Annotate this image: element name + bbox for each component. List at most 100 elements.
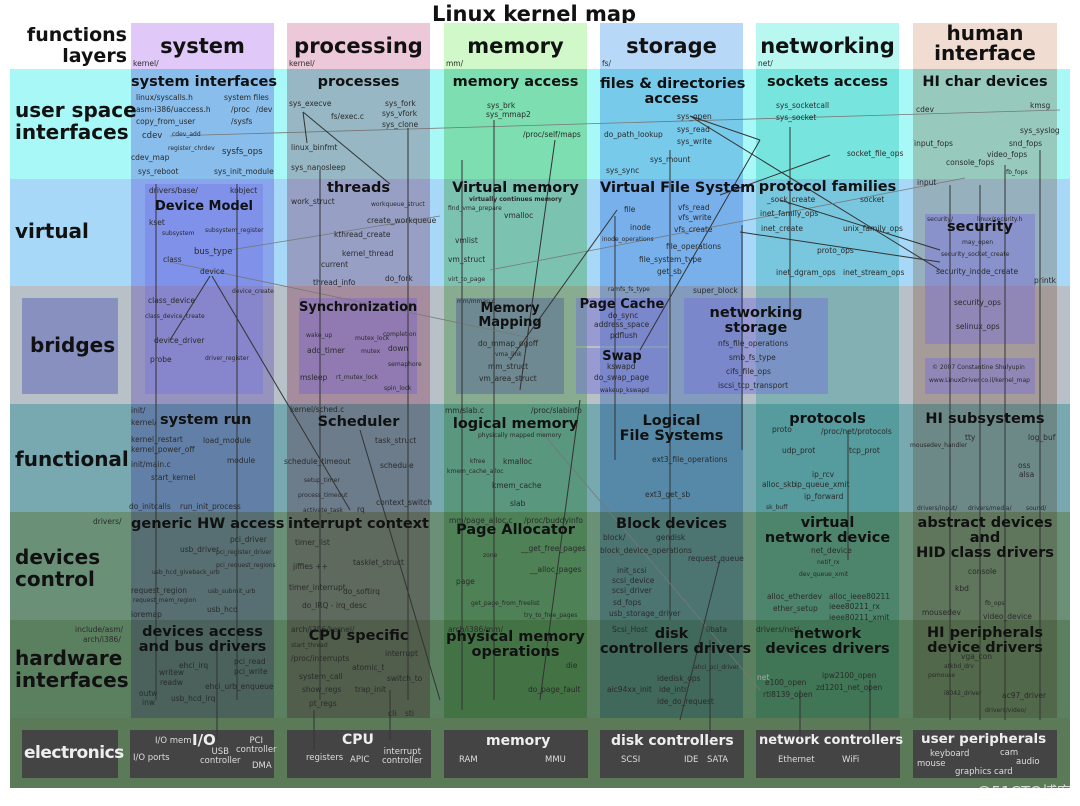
symbol-label: kbd: [955, 584, 969, 593]
symbol-label: start_thread: [291, 642, 328, 649]
symbol-label: physically mapped memory: [478, 432, 562, 439]
symbol-label: class: [163, 255, 182, 264]
symbol-label: slab: [510, 499, 526, 508]
symbol-label: rq: [357, 505, 365, 514]
symbol-label: device: [200, 267, 225, 276]
cell-title-synchronization: Synchronization: [299, 300, 418, 315]
symbol-label: atkbd_drv: [944, 663, 974, 670]
watermark: @51CTO博客: [976, 783, 1072, 801]
symbol-label: zd1201_net_open: [816, 683, 883, 692]
symbol-label: request_queue: [688, 554, 744, 563]
symbol-label: sys_brk: [487, 101, 516, 110]
symbol-label: vma_link: [495, 351, 522, 358]
symbol-label: subsystem_register: [205, 227, 264, 234]
symbol-label: mousedev_handler: [910, 442, 968, 449]
symbol-label: pdflush: [610, 331, 638, 340]
symbol-label: driver_register: [205, 355, 249, 362]
cell-title-interrupt-context: interrupt context: [288, 516, 429, 532]
symbol-label: socket_file_ops: [847, 149, 904, 158]
cell-title-memory-access: memory access: [452, 74, 579, 90]
symbol-label: mm_struct: [488, 362, 529, 371]
symbol-label: thread_info: [313, 278, 356, 287]
symbol-label: kernel_restart: [131, 435, 183, 444]
row-label-user-space: user space interfaces: [15, 98, 137, 144]
symbol-label: drivers/base/: [149, 186, 198, 195]
symbol-label: /proc/slabinfo: [531, 406, 582, 415]
symbol-label: vmlist: [455, 236, 478, 245]
symbol-label: ide_intr: [659, 685, 688, 694]
symbol-label: setup_irq: [326, 571, 361, 580]
symbol-label: ip_rcv: [812, 470, 835, 479]
symbol-label: ramfs_fs_type: [608, 286, 650, 293]
symbol-label: drivers/video/: [985, 707, 1027, 714]
symbol-label: cdev_map: [131, 153, 170, 162]
symbol-label: do_fork: [385, 274, 413, 283]
symbol-label: inet_family_ops: [760, 209, 819, 218]
symbol-label: block_device_operations: [600, 546, 692, 555]
symbol-label: fs/exec.c: [331, 112, 365, 121]
row-label-virtual: virtual: [15, 219, 89, 243]
symbol-label: show_regs: [302, 685, 342, 694]
symbol-label: interrupt: [385, 649, 418, 658]
symbol-label: sys_vfork: [382, 109, 418, 118]
cell-title-network-devices-drivers: network devices drivers: [765, 626, 890, 658]
symbol-label: vm_area_struct: [479, 374, 537, 383]
symbol-label: copy_from_user: [136, 117, 196, 126]
symbol-label: e100_open: [765, 678, 807, 687]
symbol-label: kmem_cache: [492, 481, 542, 490]
symbol-label: semaphore: [388, 361, 422, 368]
symbol-label: snd_fops: [1009, 139, 1043, 148]
symbol-label: do_page_fault: [528, 685, 581, 694]
cell-title-page-allocator: Page Allocator: [456, 522, 575, 538]
symbol-label: dev_queue_xmit: [799, 571, 849, 578]
symbol-label: kernel/sched.c: [290, 405, 345, 414]
keyboard-label: keyboard: [930, 749, 970, 759]
cell-title-generic-hw: generic HW access: [131, 516, 285, 532]
symbol-label: vfs_write: [678, 213, 712, 222]
symbol-label: setup_timer: [304, 477, 340, 484]
scsi-label: SCSI: [621, 755, 641, 765]
symbol-label: bus_type: [194, 247, 233, 257]
symbol-label: sys_mmap2: [486, 110, 531, 119]
cell-title-hi-subsystems: HI subsystems: [925, 411, 1045, 427]
symbol-label: ide_do_request: [657, 697, 714, 706]
symbol-label: kfree: [470, 458, 486, 465]
audio-label: audio: [1016, 757, 1040, 767]
user-peripherals-hw-title: user peripherals: [921, 731, 1047, 747]
cell-title-system-interfaces: system interfaces: [131, 74, 277, 90]
cell-title-system-run: system run: [160, 412, 252, 428]
io-ports-label: I/O ports: [133, 753, 170, 763]
symbol-label: start_kernel: [151, 473, 196, 482]
corner-label: functions layers: [26, 24, 127, 67]
symbol-label: __get_free_pages: [521, 544, 586, 553]
symbol-label: task_struct: [375, 436, 417, 445]
column-path-memory: mm/: [446, 59, 464, 68]
symbol-label: rtl8139_open: [763, 690, 813, 699]
symbol-label: cdev: [916, 105, 934, 114]
symbol-label: vfs_create: [674, 225, 713, 234]
symbol-label: file_operations: [666, 242, 722, 251]
symbol-label: workqueue_struct: [371, 201, 425, 208]
symbol-label: sys_clone: [382, 120, 419, 129]
symbol-label: rt_mutex_lock: [336, 374, 379, 381]
symbol-label: alsa: [1019, 470, 1035, 479]
symbol-label: block/: [603, 533, 626, 542]
symbol-label: netif_rx: [817, 559, 840, 566]
symbol-label: include/asm/: [75, 625, 124, 634]
symbol-label: security_inode_create: [936, 267, 1019, 276]
symbol-label: console_fops: [946, 158, 995, 167]
symbol-label: wake_up: [306, 332, 333, 339]
symbol-label: inw: [142, 698, 155, 707]
column-header-processing: processing: [294, 34, 423, 58]
symbol-label: switch_to: [387, 674, 423, 683]
symbol-label: pci_write: [234, 667, 268, 676]
symbol-label: kobject: [230, 186, 258, 195]
symbol-label: usb_hcd_irq: [171, 694, 216, 703]
symbol-label: ahci_pci_driver: [694, 664, 739, 671]
symbol-label: ip_queue_xmit: [795, 480, 850, 489]
symbol-label: mm/slab.c: [445, 406, 484, 415]
cell-title-virtual-net-device: virtual network device: [764, 515, 891, 547]
symbol-label: register_chrdev: [168, 145, 215, 152]
symbol-label: try_to_free_pages: [524, 612, 578, 619]
symbol-label: cifs_file_ops: [726, 367, 771, 376]
